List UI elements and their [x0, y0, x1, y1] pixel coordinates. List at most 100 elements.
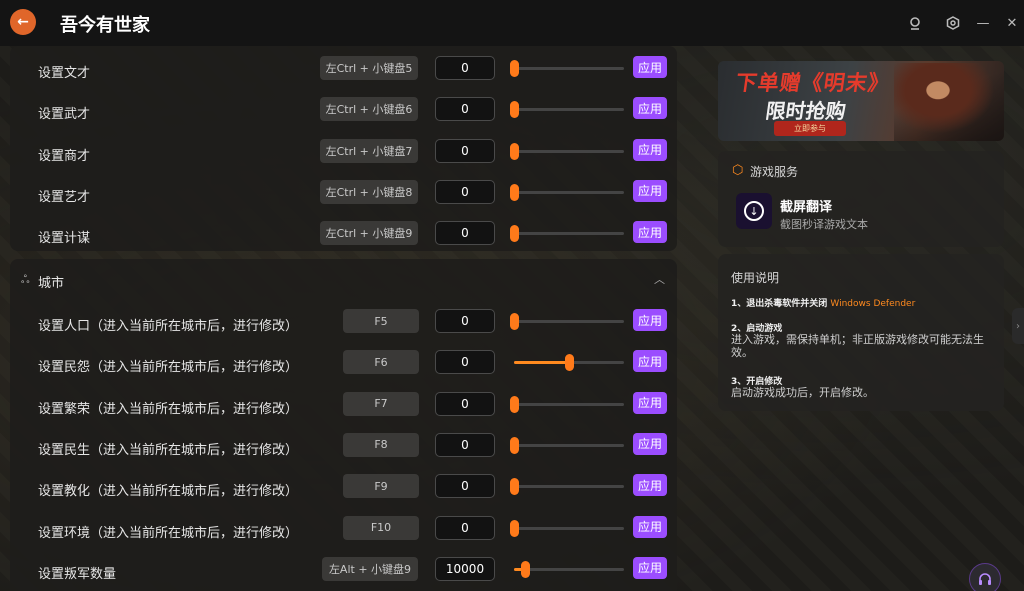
value-slider[interactable] [510, 313, 624, 330]
side-expand-tab[interactable]: › [1012, 308, 1024, 344]
city-section-title: 城市 [38, 276, 65, 291]
banner-cta-button[interactable]: 立即参与 [774, 121, 846, 136]
apply-button[interactable]: 应用 [633, 350, 667, 373]
value-input[interactable]: 0 [435, 515, 495, 540]
setting-row: 设置人口（进入当前所在城市后，进行修改） F5 0 应用 [10, 303, 677, 344]
value-input[interactable]: 0 [435, 56, 495, 80]
setting-label: 设置武才 [38, 107, 91, 123]
slider-thumb[interactable] [565, 354, 574, 372]
city-section-header[interactable]: ஃ 城市 ︿ [10, 259, 677, 301]
hotkey-button[interactable]: 左Ctrl + 小键盘6 [320, 97, 418, 122]
value-input[interactable]: 10000 [435, 556, 495, 581]
minimize-button[interactable]: — [972, 12, 994, 34]
apply-button[interactable]: 应用 [633, 97, 667, 120]
value-input[interactable]: 0 [435, 391, 495, 416]
apply-button[interactable]: 应用 [633, 391, 667, 414]
value-input[interactable]: 0 [435, 432, 495, 457]
value-input[interactable]: 0 [435, 474, 495, 499]
arrow-left-icon: ← [17, 14, 29, 30]
screenshot-translate-tool[interactable]: ↓ [736, 193, 772, 229]
value-slider[interactable] [510, 436, 624, 454]
setting-label: 设置艺才 [38, 189, 91, 205]
value-input[interactable]: 0 [435, 350, 495, 375]
value-slider[interactable] [510, 183, 624, 201]
download-circle-icon: ↓ [744, 201, 764, 221]
value-input[interactable]: 0 [435, 97, 495, 122]
slider-thumb[interactable] [510, 395, 519, 413]
hotkey-button[interactable]: F8 [343, 432, 419, 457]
value-slider[interactable] [510, 142, 624, 160]
hotkey-button[interactable]: 左Ctrl + 小键盘9 [320, 221, 418, 246]
close-button[interactable]: ✕ [1001, 12, 1023, 34]
chevron-up-icon[interactable]: ︿ [654, 271, 665, 287]
hotkey-button[interactable]: F6 [343, 350, 419, 375]
usage-title: 使用说明 [731, 271, 780, 285]
setting-row: 设置艺才 左Ctrl + 小键盘8 0 应用 [10, 174, 677, 215]
slider-thumb[interactable] [510, 519, 519, 537]
value-input[interactable]: 0 [435, 179, 495, 204]
apply-button[interactable]: 应用 [633, 556, 667, 579]
setting-row: 设置叛军数量 左Alt + 小键盘9 10000 应用 [10, 551, 677, 591]
usage-step-1: 1、退出杀毒软件并关闭 Windows Defender [731, 296, 915, 309]
person-panel: 设置文才 左Ctrl + 小键盘5 0 应用 设置武才 左Ctrl + 小键盘6 0 应用 设置… [10, 46, 677, 251]
hotkey-button[interactable]: F9 [343, 474, 419, 499]
setting-label: 设置民生（进入当前所在城市后，进行修改） [38, 442, 299, 458]
apply-button[interactable]: 应用 [633, 515, 667, 538]
hotkey-button[interactable]: F5 [343, 309, 419, 333]
setting-label: 设置民怨（进入当前所在城市后，进行修改） [38, 360, 299, 376]
hotkey-button[interactable]: F7 [343, 391, 419, 416]
apply-button[interactable]: 应用 [633, 432, 667, 455]
user-button[interactable] [904, 12, 926, 34]
setting-label: 设置人口（进入当前所在城市后，进行修改） [38, 319, 299, 334]
slider-thumb[interactable] [510, 183, 519, 201]
apply-button[interactable]: 应用 [633, 221, 667, 244]
slider-thumb[interactable] [510, 225, 519, 243]
slider-thumb[interactable] [510, 478, 519, 496]
setting-row: 设置繁荣（进入当前所在城市后，进行修改） F7 0 应用 [10, 386, 677, 427]
slider-thumb[interactable] [510, 313, 519, 330]
setting-label: 设置教化（进入当前所在城市后，进行修改） [38, 484, 299, 500]
hotkey-button[interactable]: 左Ctrl + 小键盘8 [320, 179, 418, 204]
usage-step-1-text: 1、退出杀毒软件并关闭 [731, 299, 828, 309]
hotkey-button[interactable]: F10 [343, 515, 419, 540]
setting-row: 设置民生（进入当前所在城市后，进行修改） F8 0 应用 [10, 427, 677, 468]
slider-fill [514, 361, 569, 365]
value-slider[interactable] [510, 60, 624, 77]
value-slider[interactable] [514, 354, 624, 372]
value-slider[interactable] [514, 560, 624, 578]
cube-icon: ⬡ [732, 163, 744, 178]
value-input[interactable]: 0 [435, 309, 495, 333]
value-input[interactable]: 0 [435, 221, 495, 246]
setting-row: 设置文才 左Ctrl + 小键盘5 0 应用 [10, 50, 677, 91]
headphones-icon [979, 573, 991, 585]
setting-label: 设置繁荣（进入当前所在城市后，进行修改） [38, 401, 299, 417]
hotkey-button[interactable]: 左Ctrl + 小键盘7 [320, 138, 418, 163]
back-button[interactable]: ← [10, 9, 36, 35]
slider-thumb[interactable] [510, 101, 519, 119]
hotkey-button[interactable]: 左Ctrl + 小键盘5 [320, 56, 418, 80]
value-slider[interactable] [510, 519, 624, 537]
slider-thumb[interactable] [521, 560, 530, 578]
value-input[interactable]: 0 [435, 138, 495, 163]
value-slider[interactable] [510, 478, 624, 496]
slider-thumb[interactable] [510, 142, 519, 160]
apply-button[interactable]: 应用 [633, 138, 667, 161]
settings-button[interactable] [942, 12, 964, 34]
apply-button[interactable]: 应用 [633, 474, 667, 497]
support-button[interactable] [969, 563, 1001, 591]
banner-subtitle: 限时抢购 [764, 99, 848, 123]
value-slider[interactable] [510, 395, 624, 413]
apply-button[interactable]: 应用 [633, 56, 667, 78]
slider-thumb[interactable] [510, 60, 519, 77]
promo-banner[interactable]: 下单赠《明末》 限时抢购 立即参与 [718, 61, 1004, 141]
value-slider[interactable] [510, 225, 624, 243]
apply-button[interactable]: 应用 [633, 179, 667, 202]
apply-button[interactable]: 应用 [633, 309, 667, 331]
tool-name[interactable]: 截屏翻译 [780, 196, 832, 215]
usage-card: 使用说明 1、退出杀毒软件并关闭 Windows Defender 2、启动游戏… [718, 254, 1004, 411]
value-slider[interactable] [510, 101, 624, 119]
hotkey-button[interactable]: 左Alt + 小键盘9 [322, 556, 418, 581]
slider-thumb[interactable] [510, 436, 519, 454]
setting-row: 设置教化（进入当前所在城市后，进行修改） F9 0 应用 [10, 468, 677, 509]
game-service-card: ⬡ 游戏服务 ↓ 截屏翻译 截图秒译游戏文本 [718, 151, 1004, 247]
